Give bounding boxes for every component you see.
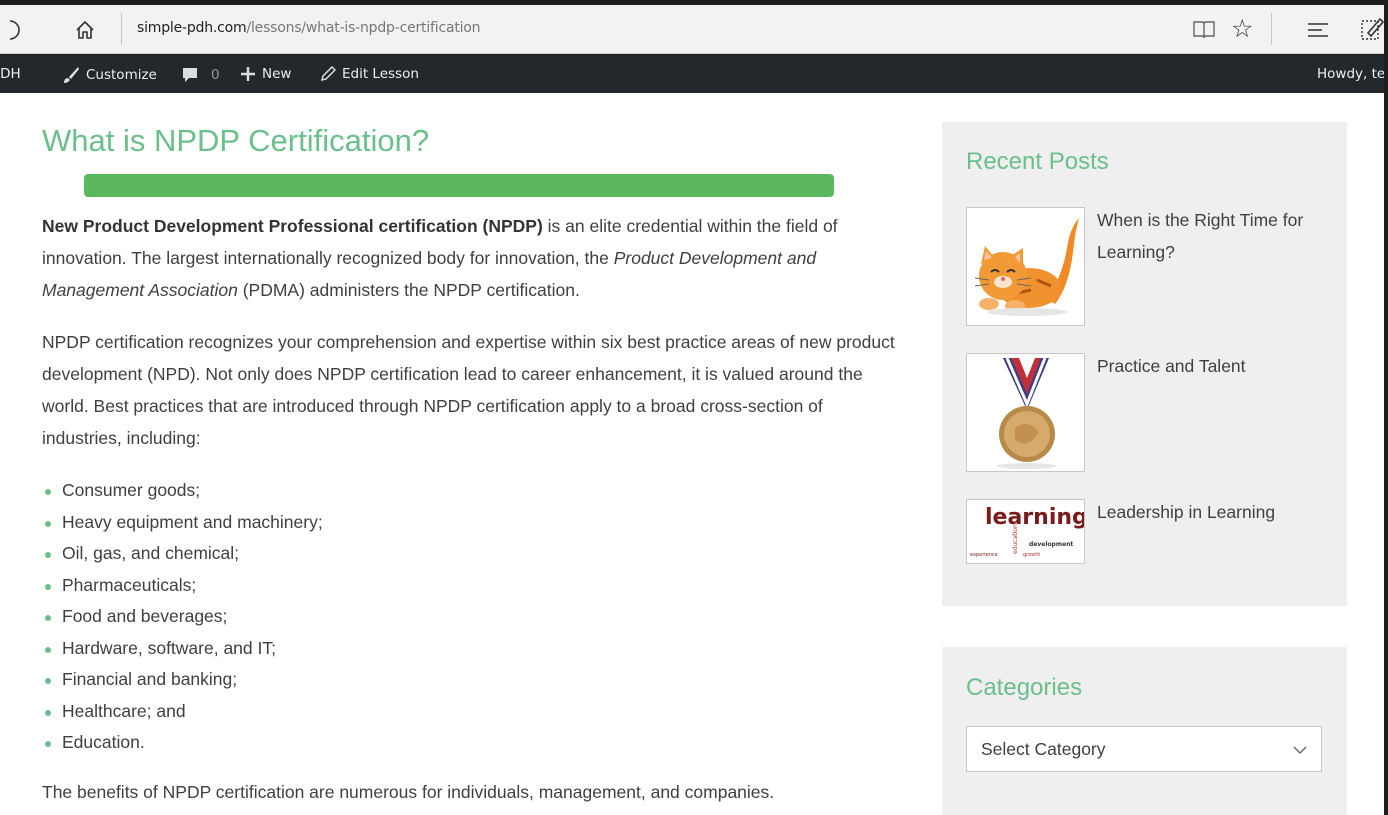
bullet-dot: [45, 552, 51, 558]
list-item-text: Pharmaceuticals;: [62, 574, 197, 595]
lesson-progress-fill: [84, 174, 834, 197]
list-item: Healthcare; and: [42, 696, 323, 728]
list-item-text: Financial and banking;: [62, 669, 238, 689]
post-thumbnail[interactable]: [966, 353, 1085, 472]
word-cloud-growth: growth: [1023, 552, 1040, 558]
pencil-icon: [320, 66, 336, 82]
bullet-dot: [45, 678, 51, 684]
address-host: simple-pdh.com: [137, 20, 247, 36]
plus-icon: [241, 67, 255, 81]
post-thumbnail[interactable]: learning development experience educatio…: [966, 499, 1085, 564]
admin-bar-comments[interactable]: 0: [181, 66, 220, 84]
intro-text-b: (PDMA) administers the NPDP certificatio…: [237, 280, 580, 300]
list-item: Pharmaceuticals;: [42, 570, 323, 602]
list-item-text: Heavy equipment and machinery;: [62, 511, 323, 532]
customize-label: Customize: [86, 67, 157, 83]
list-item: Heavy equipment and machinery;: [42, 507, 323, 539]
chevron-down-icon: [1293, 746, 1307, 754]
list-item-text: Hardware, software, and IT;: [62, 637, 276, 658]
edit-label: Edit Lesson: [342, 66, 419, 82]
list-item-text: Food and beverages;: [62, 606, 228, 626]
screen-frame: simple-pdh.com/lessons/what-is-npdp-cert…: [0, 0, 1388, 815]
post-title-link[interactable]: Leadership in Learning: [1097, 496, 1342, 528]
category-select-value: Select Category: [981, 739, 1106, 759]
recent-posts-widget: Recent Posts When is the Right Time for …: [942, 122, 1347, 606]
address-separator: [121, 13, 122, 45]
home-icon[interactable]: [74, 19, 96, 41]
admin-bar-account[interactable]: Howdy, te: [1317, 66, 1384, 82]
admin-bar-site-label: PDH: [0, 66, 21, 82]
admin-bar-edit[interactable]: Edit Lesson: [320, 66, 419, 82]
learning-word-cloud-icon: learning development experience educatio…: [970, 505, 1084, 558]
list-item: Hardware, software, and IT;: [42, 633, 323, 665]
bullet-dot: [45, 520, 51, 527]
list-item-text: Consumer goods;: [62, 480, 201, 500]
list-item-text: Education.: [62, 732, 145, 752]
address-path: /lessons/what-is-npdp-certification: [246, 20, 481, 36]
bullet-dot: [45, 646, 51, 653]
favorite-star-icon[interactable]: ☆: [1231, 14, 1253, 44]
post-thumbnail[interactable]: [966, 207, 1085, 326]
word-cloud-learning: learning: [985, 505, 1084, 530]
recent-posts-title: Recent Posts: [966, 148, 1109, 175]
benefits-paragraph: The benefits of NPDP certification are n…: [42, 782, 775, 802]
word-cloud-education: education: [1012, 524, 1019, 554]
intro-paragraph: New Product Development Professional cer…: [42, 210, 902, 306]
intro-bold: New Product Development Professional cer…: [42, 216, 543, 236]
wp-admin-bar: PDH Customize 0 New Edit Lesson Howdy, t…: [0, 55, 1384, 93]
cat-illustration-icon: [974, 218, 1079, 316]
comments-count: 0: [211, 67, 220, 83]
web-note-icon[interactable]: [1360, 15, 1384, 43]
category-select[interactable]: Select Category: [966, 726, 1322, 772]
word-cloud-development: development: [1029, 541, 1073, 548]
bullet-dot: [45, 709, 51, 716]
post-title-link[interactable]: Practice and Talent: [1097, 350, 1342, 382]
categories-title: Categories: [966, 674, 1083, 701]
list-item-text: Healthcare; and: [62, 700, 186, 721]
categories-widget: Categories Select Category: [942, 647, 1347, 815]
paintbrush-icon: [64, 67, 79, 83]
list-item: Education.: [42, 727, 323, 759]
hub-icon[interactable]: [1307, 21, 1329, 39]
admin-bar-site-link[interactable]: PDH: [0, 66, 21, 82]
new-label: New: [262, 66, 292, 82]
lesson-progress-bar: [84, 174, 834, 197]
refresh-icon[interactable]: [8, 18, 26, 42]
toolbar-separator: [1271, 13, 1272, 45]
medal-icon: [997, 357, 1057, 469]
browser-toolbar: simple-pdh.com/lessons/what-is-npdp-cert…: [0, 5, 1384, 54]
list-item-text: Oil, gas, and chemical;: [62, 543, 240, 563]
list-item: Oil, gas, and chemical;: [42, 538, 323, 570]
address-bar[interactable]: simple-pdh.com/lessons/what-is-npdp-cert…: [137, 20, 481, 36]
comment-bubble-icon: [183, 68, 197, 82]
admin-bar-new[interactable]: New: [240, 66, 291, 82]
bullet-dot: [45, 741, 51, 747]
page-content: What is NPDP Certification? New Product …: [0, 93, 1384, 815]
practice-paragraph: NPDP certification recognizes your compr…: [42, 332, 895, 448]
reading-view-icon[interactable]: [1192, 19, 1216, 41]
lesson-title: What is NPDP Certification?: [42, 123, 430, 158]
list-item: Consumer goods;: [42, 475, 323, 507]
post-title-link[interactable]: When is the Right Time for Learning?: [1097, 204, 1342, 268]
admin-bar-customize[interactable]: Customize: [62, 66, 157, 84]
bullet-dot: [45, 489, 51, 495]
list-item: Food and beverages;: [42, 601, 323, 633]
word-cloud-experience: experience: [970, 552, 998, 558]
bullet-dot: [45, 615, 51, 621]
list-item: Financial and banking;: [42, 664, 323, 696]
industries-list: Consumer goods; Heavy equipment and mach…: [42, 475, 323, 759]
bullet-dot: [45, 583, 51, 590]
